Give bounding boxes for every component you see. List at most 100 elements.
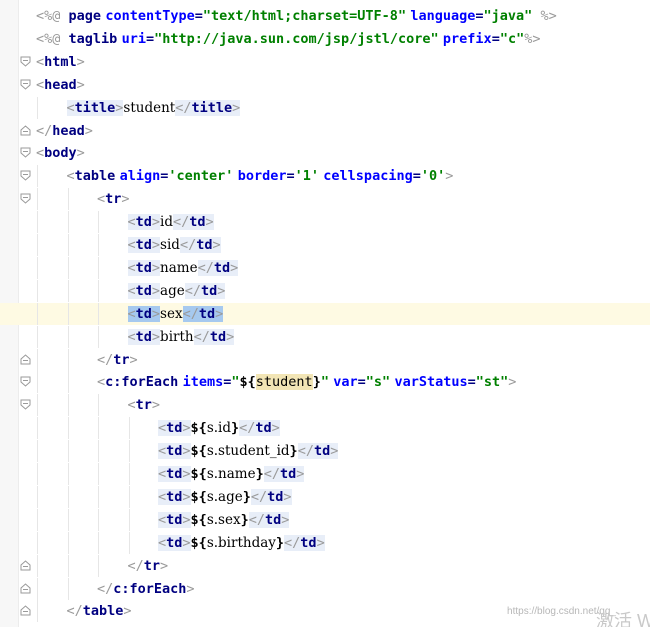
code-token: contentType bbox=[105, 8, 195, 24]
code-token: td bbox=[166, 443, 183, 460]
code-token: < bbox=[127, 328, 136, 345]
code-token: td bbox=[135, 282, 152, 299]
fold-collapse-icon[interactable] bbox=[20, 56, 31, 67]
code-text: </tr> bbox=[97, 349, 138, 371]
code-token: <%@ bbox=[36, 8, 69, 24]
code-token: student bbox=[123, 99, 176, 116]
code-line[interactable]: <table align='center' border='1' cellspa… bbox=[0, 165, 650, 188]
code-token: head bbox=[44, 76, 77, 93]
code-line[interactable]: <td>${s.id}</td> bbox=[0, 417, 650, 440]
code-line[interactable]: <td>${s.student_id}</td> bbox=[0, 440, 650, 463]
code-token: td bbox=[300, 534, 317, 551]
fold-collapse-icon[interactable] bbox=[20, 170, 31, 181]
code-token: td bbox=[135, 259, 152, 276]
code-token: tr bbox=[113, 351, 130, 368]
code-token: varStatus bbox=[394, 374, 468, 391]
code-line[interactable]: <td>${s.birthday}</td> bbox=[0, 531, 650, 554]
code-token: td bbox=[313, 443, 331, 460]
code-token: > bbox=[151, 282, 161, 299]
code-line[interactable]: <td>${s.age}</td> bbox=[0, 485, 650, 508]
fold-end-icon[interactable] bbox=[20, 124, 31, 136]
code-text: <td>${s.name}</td> bbox=[158, 463, 305, 485]
code-line[interactable]: <td>sid</td> bbox=[0, 234, 650, 256]
code-text: </table> bbox=[67, 600, 132, 622]
code-line[interactable]: <td>id</td> bbox=[0, 211, 650, 234]
code-line[interactable]: </c:forEach> bbox=[0, 577, 650, 600]
indent-guide bbox=[98, 463, 100, 485]
code-line[interactable]: <%@ page contentType="text/html;charset=… bbox=[0, 5, 650, 27]
code-token: ${ bbox=[190, 466, 207, 482]
code-line[interactable]: <html> bbox=[0, 51, 650, 73]
code-token: td bbox=[255, 420, 272, 437]
code-token: td bbox=[135, 214, 152, 231]
code-token: > bbox=[123, 603, 132, 620]
indent-guide bbox=[98, 211, 100, 234]
code-line[interactable]: </tr> bbox=[0, 554, 650, 577]
code-token: td bbox=[135, 237, 152, 253]
code-token: < bbox=[127, 305, 136, 322]
fold-end-icon[interactable] bbox=[20, 353, 31, 365]
code-token: > bbox=[271, 420, 280, 437]
indent-guide bbox=[37, 531, 39, 554]
indent-guide bbox=[67, 371, 69, 394]
indent-guide bbox=[37, 325, 39, 348]
code-text: <html> bbox=[36, 51, 85, 73]
fold-collapse-icon[interactable] bbox=[20, 376, 31, 388]
code-text: <tr> bbox=[128, 394, 161, 416]
fold-collapse-icon[interactable] bbox=[20, 193, 31, 204]
code-line[interactable]: <td>birth</td> bbox=[0, 325, 650, 348]
code-token: ${ bbox=[239, 374, 256, 391]
code-line[interactable]: <body> bbox=[0, 142, 650, 164]
code-token: } bbox=[255, 466, 264, 482]
fold-collapse-icon[interactable] bbox=[20, 79, 31, 90]
indent-guide bbox=[37, 165, 39, 188]
code-token: td bbox=[166, 420, 183, 437]
code-token: "java" bbox=[483, 8, 533, 24]
code-token: <%@ bbox=[36, 30, 69, 47]
code-text: <td>name</td> bbox=[127, 257, 239, 279]
code-line[interactable]: <td>sex</td> bbox=[0, 302, 650, 325]
code-token: td bbox=[198, 305, 216, 322]
indent-guide bbox=[37, 211, 39, 234]
code-token: = bbox=[357, 374, 366, 391]
code-line[interactable]: <%@ taglib uri="http://java.sun.com/jsp/… bbox=[0, 28, 650, 50]
code-line[interactable]: <td>name</td> bbox=[0, 256, 650, 279]
code-line[interactable]: <td>${s.sex}</td> bbox=[0, 508, 650, 531]
code-text: <td>birth</td> bbox=[127, 326, 235, 348]
code-token: </ bbox=[173, 214, 190, 231]
code-line[interactable]: <tr> bbox=[0, 188, 650, 211]
code-line[interactable]: <head> bbox=[0, 74, 650, 96]
fold-end-icon[interactable] bbox=[20, 582, 31, 594]
code-token: tr bbox=[143, 557, 161, 574]
code-line[interactable]: </head> bbox=[0, 120, 650, 142]
code-text: <td>${s.student_id}</td> bbox=[158, 440, 339, 462]
code-token: table bbox=[74, 168, 116, 185]
code-line[interactable]: <tr> bbox=[0, 394, 650, 417]
code-token: > bbox=[129, 351, 138, 368]
code-token: "text/html;charset=UTF-8" bbox=[202, 8, 407, 24]
indent-guide bbox=[37, 440, 39, 463]
fold-end-icon[interactable] bbox=[20, 605, 31, 616]
code-token: > bbox=[84, 122, 93, 139]
indent-guide bbox=[37, 348, 39, 371]
code-token: </ bbox=[184, 282, 201, 299]
code-token: td bbox=[135, 305, 152, 322]
code-line[interactable]: <td>${s.name}</td> bbox=[0, 463, 650, 485]
code-line[interactable]: <title>student</title> bbox=[0, 96, 650, 119]
code-line[interactable]: <c:forEach items="${student}" var="s" va… bbox=[0, 371, 650, 394]
code-line[interactable]: </tr> bbox=[0, 348, 650, 371]
code-text: <%@ page contentType="text/html;charset=… bbox=[36, 5, 557, 27]
indent-guide bbox=[67, 394, 69, 417]
code-token: td bbox=[213, 259, 231, 276]
code-token: } bbox=[231, 420, 240, 437]
code-token: > bbox=[296, 466, 305, 482]
fold-collapse-icon[interactable] bbox=[20, 399, 31, 410]
code-token: </ bbox=[175, 99, 192, 116]
code-token: %> bbox=[532, 8, 557, 24]
code-token: > bbox=[151, 305, 161, 322]
fold-end-icon[interactable] bbox=[20, 559, 31, 571]
code-line[interactable]: <td>age</td> bbox=[0, 279, 650, 302]
code-token: > bbox=[281, 511, 290, 528]
fold-collapse-icon[interactable] bbox=[20, 147, 31, 159]
code-editor[interactable]: <%@ page contentType="text/html;charset=… bbox=[0, 0, 650, 627]
